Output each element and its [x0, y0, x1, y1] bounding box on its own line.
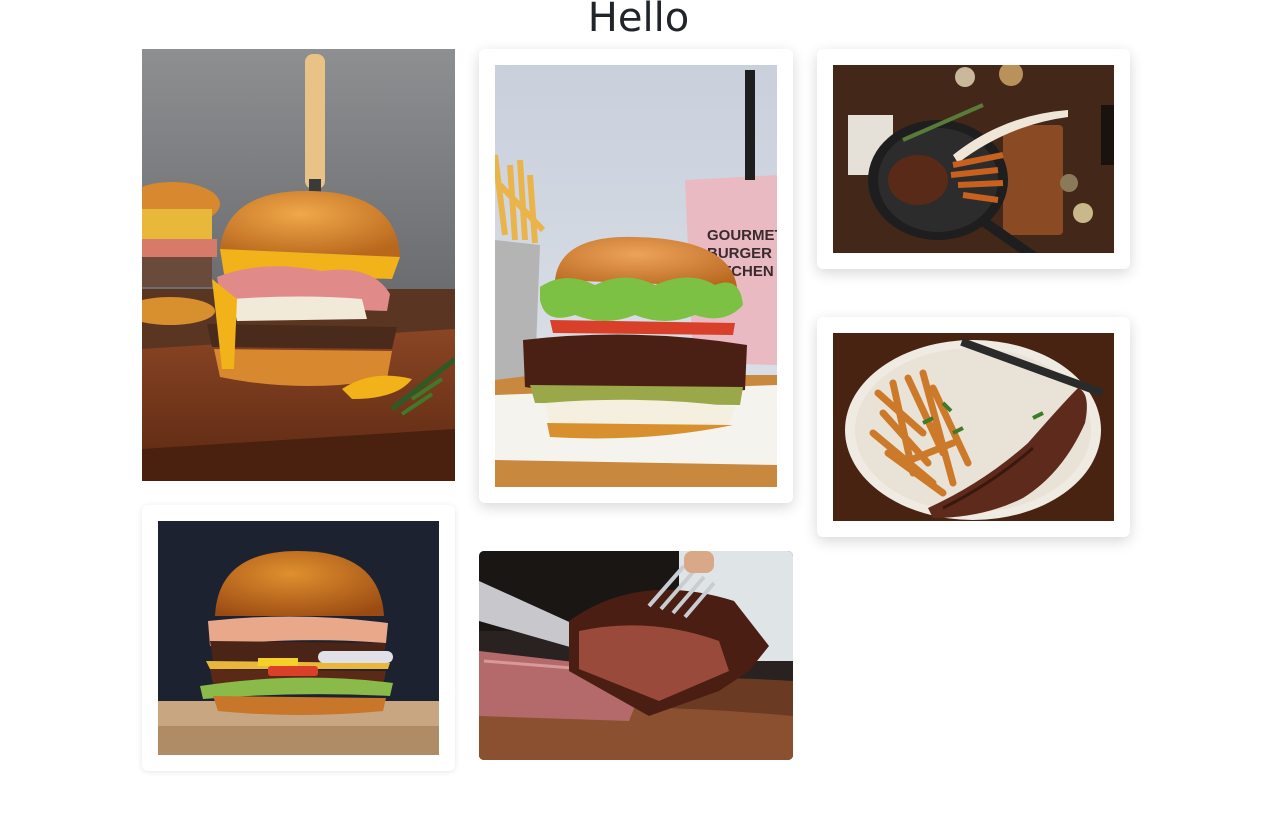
gallery-image-burger-cheese[interactable] [142, 49, 455, 481]
gallery-image-steak-skillet [833, 65, 1114, 253]
gourmet-burger-illustration: GOURMET BURGER KITCHEN [495, 65, 777, 487]
gallery-image-brisket[interactable] [479, 551, 793, 760]
gallery-image-steak-frites [833, 333, 1114, 521]
gallery-image-double-cheeseburger [158, 521, 439, 755]
gallery-card-steak-frites[interactable] [817, 317, 1130, 537]
gallery-image-gourmet-burger: GOURMET BURGER KITCHEN [495, 65, 777, 487]
steak-frites-illustration [833, 333, 1114, 521]
gallery-card-gourmet-burger[interactable]: GOURMET BURGER KITCHEN [479, 49, 793, 503]
gallery-card-steak-skillet[interactable] [817, 49, 1130, 269]
burger-cheese-illustration [142, 49, 455, 481]
brisket-illustration [479, 551, 793, 760]
double-cheeseburger-illustration [158, 521, 439, 755]
gallery-card-double-cheeseburger[interactable] [142, 505, 455, 771]
cup-text-1: GOURMET [707, 227, 777, 244]
page-title: Hello [587, 0, 690, 41]
steak-skillet-illustration [833, 65, 1114, 253]
